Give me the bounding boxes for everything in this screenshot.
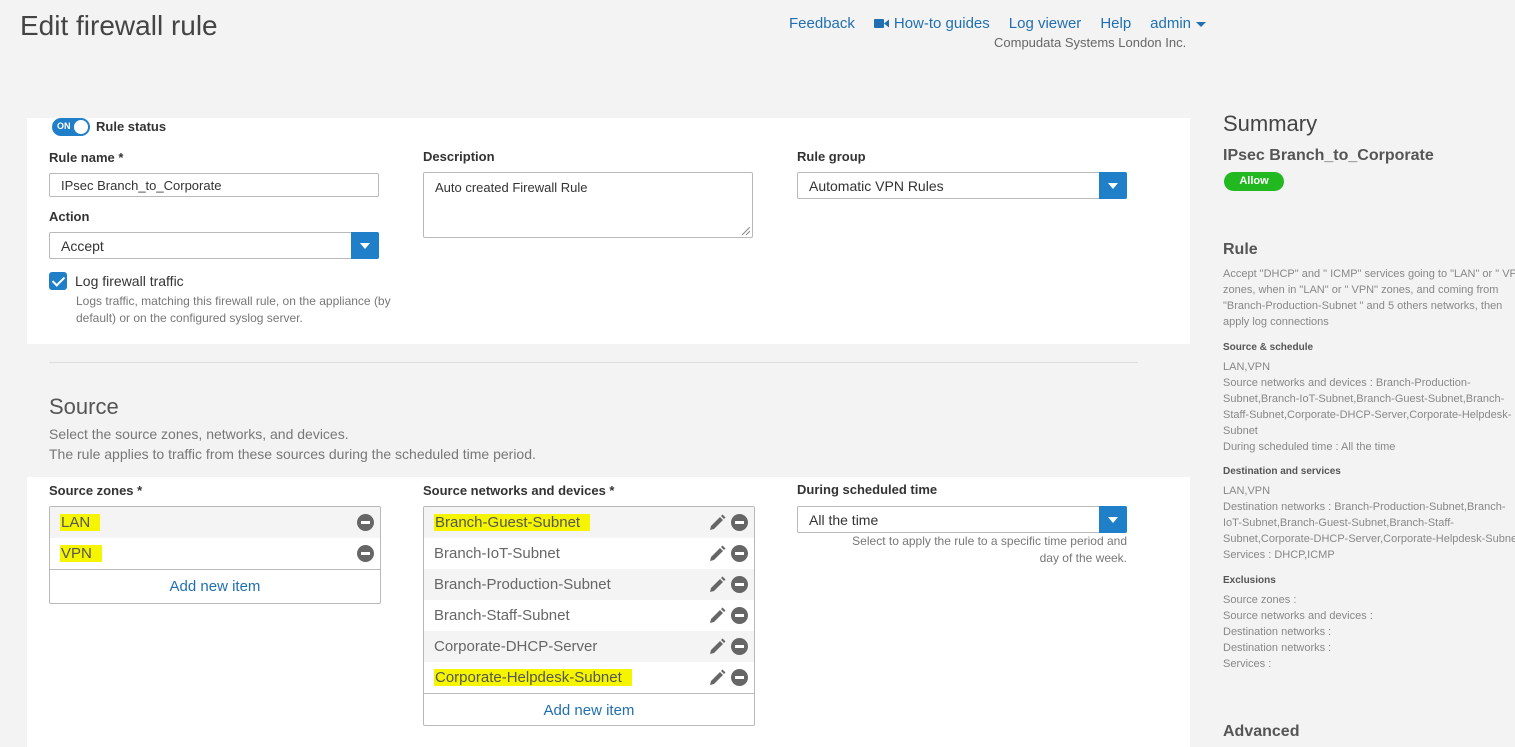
zone-label: LAN bbox=[60, 514, 101, 531]
list-item: Branch-IoT-Subnet bbox=[424, 538, 754, 569]
schedule-label: During scheduled time bbox=[797, 482, 938, 497]
summary-rule-heading: Rule bbox=[1223, 241, 1258, 258]
summary-rule-name: IPsec Branch_to_Corporate bbox=[1223, 147, 1434, 164]
source-zones-list: LAN VPN Add new item bbox=[49, 506, 381, 604]
page-title: Edit firewall rule bbox=[20, 10, 218, 41]
schedule-select[interactable]: All the time bbox=[797, 506, 1127, 533]
summary-source-heading: Source & schedule bbox=[1223, 342, 1314, 353]
edit-pencil-icon[interactable] bbox=[708, 514, 726, 532]
list-item: Corporate-Helpdesk-Subnet bbox=[424, 662, 754, 693]
source-title: Source bbox=[49, 394, 119, 419]
list-item: Branch-Staff-Subnet bbox=[424, 600, 754, 631]
log-traffic-label: Log firewall traffic bbox=[75, 273, 184, 289]
edit-pencil-icon[interactable] bbox=[708, 607, 726, 625]
description-value: Auto created Firewall Rule bbox=[435, 180, 588, 195]
help-link[interactable]: Help bbox=[1100, 15, 1131, 32]
remove-icon[interactable] bbox=[731, 545, 748, 562]
list-item: LAN bbox=[50, 507, 380, 538]
remove-icon[interactable] bbox=[731, 607, 748, 624]
action-select[interactable]: Accept bbox=[49, 232, 379, 259]
rule-group-select[interactable]: Automatic VPN Rules bbox=[797, 172, 1127, 199]
network-label: Corporate-Helpdesk-Subnet bbox=[434, 669, 632, 686]
how-to-guides-link[interactable]: How-to guides bbox=[873, 15, 990, 32]
edit-pencil-icon[interactable] bbox=[708, 638, 726, 656]
log-viewer-link[interactable]: Log viewer bbox=[1009, 15, 1082, 32]
network-label: Branch-Guest-Subnet bbox=[434, 514, 591, 531]
network-label: Branch-Production-Subnet bbox=[434, 576, 611, 593]
log-traffic-checkbox[interactable] bbox=[49, 272, 67, 290]
company-name: Compudata Systems London Inc. bbox=[994, 35, 1187, 50]
admin-menu[interactable]: admin bbox=[1150, 15, 1207, 32]
schedule-value: All the time bbox=[809, 511, 879, 528]
section-divider bbox=[49, 362, 1138, 363]
source-zones-label: Source zones * bbox=[49, 483, 143, 498]
edit-pencil-icon[interactable] bbox=[708, 576, 726, 594]
summary-advanced-heading[interactable]: Advanced bbox=[1223, 723, 1299, 741]
remove-icon[interactable] bbox=[357, 545, 374, 562]
network-label: Branch-Staff-Subnet bbox=[434, 607, 570, 624]
how-to-guides-label: How-to guides bbox=[893, 15, 990, 32]
dropdown-arrow-icon[interactable] bbox=[1099, 506, 1127, 533]
summary-destination-text: LAN,VPN Destination networks : Branch-Pr… bbox=[1223, 485, 1515, 561]
rule-name-input[interactable]: IPsec Branch_to_Corporate bbox=[49, 173, 379, 197]
list-item: Branch-Guest-Subnet bbox=[424, 507, 754, 538]
summary-destination-heading: Destination and services bbox=[1223, 466, 1341, 477]
dropdown-arrow-icon[interactable] bbox=[1099, 172, 1127, 199]
remove-icon[interactable] bbox=[731, 576, 748, 593]
network-label: Branch-IoT-Subnet bbox=[434, 545, 560, 562]
edit-pencil-icon[interactable] bbox=[708, 669, 726, 687]
summary-rule-text: Accept "DHCP" and " ICMP" services going… bbox=[1223, 268, 1515, 328]
resize-handle-icon bbox=[742, 227, 750, 235]
remove-icon[interactable] bbox=[357, 514, 374, 531]
remove-icon[interactable] bbox=[731, 514, 748, 531]
source-networks-list: Branch-Guest-Subnet Branch-IoT-Subnet Br… bbox=[423, 506, 755, 726]
top-navigation: Feedback How-to guides Log viewer Help a… bbox=[789, 15, 1207, 32]
summary-exclusions-text: Source zones : Source networks and devic… bbox=[1223, 594, 1373, 670]
zone-label: VPN bbox=[60, 545, 102, 562]
allow-badge: Allow bbox=[1224, 172, 1284, 191]
summary-exclusions-heading: Exclusions bbox=[1223, 575, 1276, 586]
log-traffic-help: Logs traffic, matching this firewall rul… bbox=[76, 294, 391, 325]
description-textarea[interactable]: Auto created Firewall Rule bbox=[423, 172, 753, 238]
remove-icon[interactable] bbox=[731, 669, 748, 686]
summary-source-text: LAN,VPN Source networks and devices : Br… bbox=[1223, 361, 1512, 453]
rule-group-label: Rule group bbox=[797, 149, 866, 164]
source-networks-label: Source networks and devices * bbox=[423, 483, 615, 498]
edit-pencil-icon[interactable] bbox=[708, 545, 726, 563]
rule-group-value: Automatic VPN Rules bbox=[809, 177, 944, 194]
list-item: Corporate-DHCP-Server bbox=[424, 631, 754, 662]
add-new-network-button[interactable]: Add new item bbox=[424, 693, 754, 726]
schedule-help: Select to apply the rule to a specific t… bbox=[852, 534, 1127, 565]
rule-status-toggle[interactable]: ON bbox=[52, 118, 90, 136]
admin-label: admin bbox=[1150, 15, 1192, 32]
list-item: Branch-Production-Subnet bbox=[424, 569, 754, 600]
action-value: Accept bbox=[61, 237, 104, 254]
description-label: Description bbox=[423, 149, 495, 164]
network-label: Corporate-DHCP-Server bbox=[434, 638, 598, 655]
add-new-zone-button[interactable]: Add new item bbox=[50, 569, 380, 603]
source-description: Select the source zones, networks, and d… bbox=[49, 426, 536, 462]
rule-status-label: Rule status bbox=[96, 119, 167, 134]
dropdown-arrow-icon[interactable] bbox=[351, 232, 379, 259]
chevron-down-icon bbox=[1196, 22, 1207, 27]
toggle-knob bbox=[74, 120, 88, 134]
list-item: VPN bbox=[50, 538, 380, 569]
feedback-link[interactable]: Feedback bbox=[789, 15, 855, 32]
rule-name-label: Rule name * bbox=[49, 150, 124, 165]
video-camera-icon bbox=[873, 19, 889, 28]
toggle-on-text: ON bbox=[57, 121, 71, 131]
remove-icon[interactable] bbox=[731, 638, 748, 655]
summary-title: Summary bbox=[1223, 111, 1318, 136]
action-label: Action bbox=[49, 209, 90, 224]
